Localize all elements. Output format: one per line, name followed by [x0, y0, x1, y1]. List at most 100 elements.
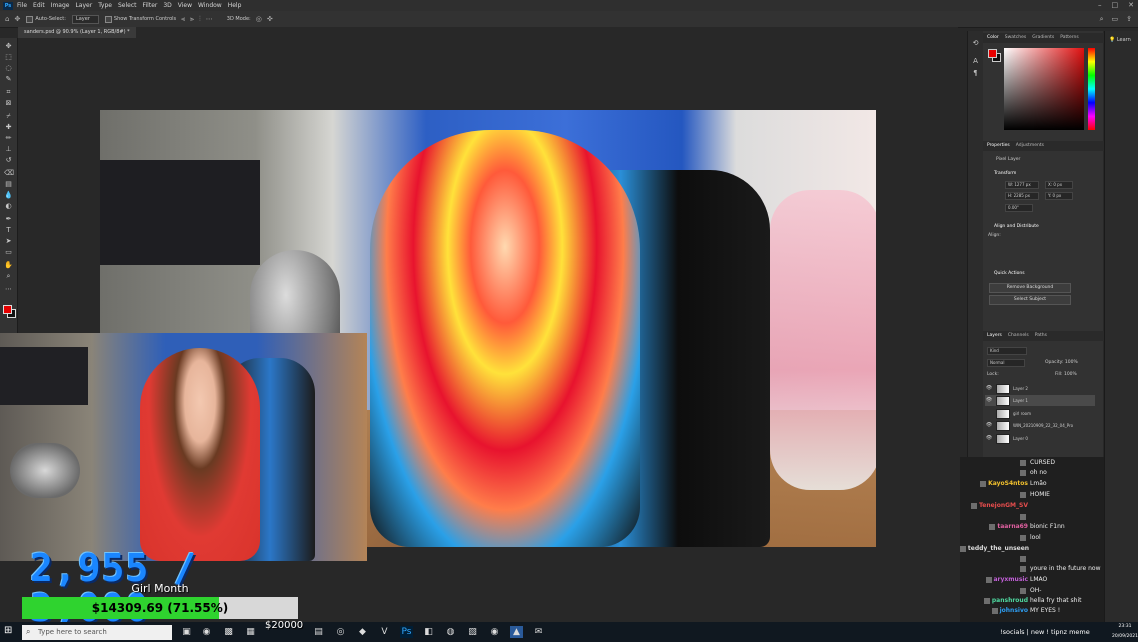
workspace-icon[interactable]: ▭: [1112, 15, 1119, 24]
app-icon[interactable]: ▧: [466, 626, 479, 638]
layer-row[interactable]: 👁 Layer 1: [985, 395, 1095, 406]
select-subject-button[interactable]: Select Subject: [989, 295, 1071, 305]
tab-channels[interactable]: Channels: [1008, 331, 1029, 341]
photoshop-icon[interactable]: Ps: [400, 626, 413, 638]
menu-edit[interactable]: Edit: [33, 0, 45, 11]
path-select-tool-icon[interactable]: ➤: [4, 237, 13, 245]
tab-adjustments[interactable]: Adjustments: [1016, 141, 1044, 151]
auto-select-checkbox[interactable]: [26, 15, 34, 23]
stamp-tool-icon[interactable]: ⊥: [4, 145, 13, 153]
lasso-tool-icon[interactable]: ◌: [4, 64, 13, 72]
healing-tool-icon[interactable]: ✚: [4, 123, 13, 131]
layer-filter-kind[interactable]: Kind: [987, 347, 1027, 355]
document-tab[interactable]: sanders.psd @ 90.9% (Layer 1, RGB/8#) *: [18, 27, 136, 38]
home-icon[interactable]: ⌂: [5, 15, 9, 23]
app-icon[interactable]: ◆: [356, 626, 369, 638]
menu-type[interactable]: Type: [98, 0, 112, 11]
paragraph-panel-icon[interactable]: ¶: [971, 69, 980, 77]
minecraft-icon[interactable]: ▩: [222, 626, 235, 638]
app-icon[interactable]: ▦: [244, 626, 257, 638]
layer-row[interactable]: girl room: [985, 408, 1095, 419]
minimize-icon[interactable]: –: [1098, 0, 1102, 11]
y-field[interactable]: Y: 0 px: [1045, 192, 1073, 200]
pan-3d-icon[interactable]: ✜: [267, 15, 273, 23]
share-icon[interactable]: ⇪: [1126, 15, 1132, 24]
blend-mode-select[interactable]: Normal: [987, 359, 1025, 367]
tab-color[interactable]: Color: [987, 33, 999, 43]
fill-field[interactable]: Fill: 100%: [1055, 372, 1077, 377]
learn-tab[interactable]: 💡 Learn: [1109, 37, 1131, 43]
align-right-icon[interactable]: ⫶: [199, 15, 201, 24]
taskbar-clock[interactable]: 23:31 20/09/2021: [1112, 622, 1138, 642]
eraser-tool-icon[interactable]: ⌫: [4, 169, 14, 177]
visibility-eye-icon[interactable]: 👁: [985, 395, 993, 406]
menu-view[interactable]: View: [178, 0, 192, 11]
app-icon[interactable]: ✉: [532, 626, 545, 638]
distribute-icon[interactable]: ⋯: [206, 15, 213, 23]
color-picker-field[interactable]: [1004, 48, 1084, 130]
explorer-icon[interactable]: ▤: [312, 626, 325, 638]
target-select[interactable]: Layer: [71, 14, 99, 24]
x-field[interactable]: X: 0 px: [1045, 181, 1073, 189]
tab-patterns[interactable]: Patterns: [1060, 33, 1079, 43]
orbit-3d-icon[interactable]: ◎: [256, 15, 262, 23]
angle-field[interactable]: 0.00°: [1005, 204, 1033, 212]
show-transform-checkbox[interactable]: [104, 15, 112, 23]
frame-tool-icon[interactable]: ⊠: [4, 99, 13, 107]
type-tool-icon[interactable]: T: [4, 226, 13, 234]
tab-swatches[interactable]: Swatches: [1005, 33, 1027, 43]
brush-tool-icon[interactable]: ✏: [4, 134, 13, 142]
app-icon[interactable]: ▲: [510, 626, 523, 638]
width-field[interactable]: W: 1277 px: [1005, 181, 1039, 189]
quick-select-tool-icon[interactable]: ✎: [4, 75, 13, 83]
foreground-color-swatch[interactable]: [3, 305, 12, 314]
visibility-eye-icon[interactable]: 👁: [985, 433, 993, 444]
hand-tool-icon[interactable]: ✋: [4, 261, 13, 269]
zoom-tool-icon[interactable]: ⌕: [4, 272, 13, 280]
layer-row[interactable]: 👁 Layer 0: [985, 433, 1095, 444]
history-panel-icon[interactable]: ⟲: [971, 39, 980, 47]
hue-slider[interactable]: [1088, 48, 1095, 130]
steam-icon[interactable]: ◉: [200, 626, 213, 638]
character-panel-icon[interactable]: A: [971, 57, 980, 65]
chrome-icon[interactable]: ◍: [444, 626, 457, 638]
visibility-eye-icon[interactable]: 👁: [985, 420, 993, 431]
align-left-icon[interactable]: ⫷: [181, 15, 185, 24]
eyedropper-tool-icon[interactable]: ⌿: [4, 112, 13, 120]
dodge-tool-icon[interactable]: ◐: [4, 202, 13, 210]
menu-3d[interactable]: 3D: [163, 0, 171, 11]
history-brush-tool-icon[interactable]: ↺: [4, 156, 13, 164]
app-icon[interactable]: ◧: [422, 626, 435, 638]
tab-paths[interactable]: Paths: [1035, 331, 1047, 341]
blur-tool-icon[interactable]: 💧: [4, 191, 13, 199]
task-view-icon[interactable]: ▣: [180, 626, 193, 638]
pen-tool-icon[interactable]: ✒: [4, 215, 13, 223]
menu-window[interactable]: Window: [198, 0, 222, 11]
menu-file[interactable]: File: [17, 0, 27, 11]
visibility-eye-icon[interactable]: 👁: [985, 383, 993, 394]
crop-tool-icon[interactable]: ⌗: [4, 88, 13, 96]
menu-help[interactable]: Help: [228, 0, 242, 11]
steam-icon[interactable]: ◉: [488, 626, 501, 638]
close-icon[interactable]: ✕: [1128, 0, 1134, 11]
menu-filter[interactable]: Filter: [143, 0, 158, 11]
opacity-field[interactable]: Opacity: 100%: [1045, 360, 1078, 365]
search-icon[interactable]: ⌕: [1100, 15, 1104, 24]
move-tool-icon[interactable]: ✥: [4, 42, 13, 50]
menu-layer[interactable]: Layer: [75, 0, 92, 11]
auto-select-toggle[interactable]: Auto-Select:: [26, 15, 66, 23]
more-tools-icon[interactable]: ⋯: [4, 285, 13, 293]
show-transform-toggle[interactable]: Show Transform Controls: [104, 15, 176, 23]
remove-background-button[interactable]: Remove Background: [989, 283, 1071, 293]
layer-row[interactable]: 👁 Layer 2: [985, 383, 1095, 394]
maximize-icon[interactable]: □: [1112, 0, 1119, 11]
menu-image[interactable]: Image: [51, 0, 70, 11]
marquee-tool-icon[interactable]: ⬚: [4, 53, 13, 61]
move-tool-icon[interactable]: ✥: [14, 15, 20, 23]
menu-select[interactable]: Select: [118, 0, 137, 11]
shape-tool-icon[interactable]: ▭: [4, 248, 13, 256]
tab-layers[interactable]: Layers: [987, 331, 1002, 341]
panel-foreground-swatch[interactable]: [988, 49, 997, 58]
gradient-tool-icon[interactable]: ▤: [4, 180, 13, 188]
start-windows-icon[interactable]: ⊞: [4, 625, 16, 637]
